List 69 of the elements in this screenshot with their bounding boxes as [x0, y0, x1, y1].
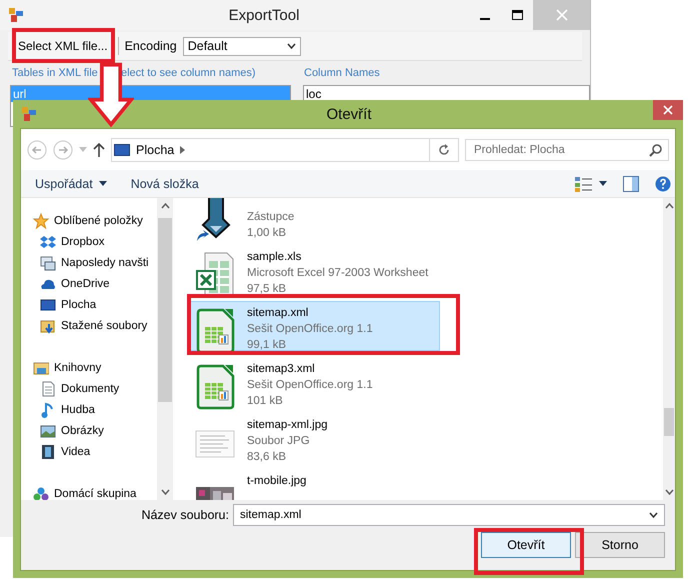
nav-item[interactable]: Obrázky [33, 420, 157, 441]
encoding-label: Encoding [124, 39, 177, 53]
list-item[interactable]: loc [304, 86, 589, 102]
video-icon [40, 444, 56, 460]
tables-label: Tables in XML file [12, 67, 99, 79]
scrollbar-thumb[interactable] [158, 218, 172, 402]
open-button[interactable]: Otevřít [481, 532, 571, 558]
select-file-button[interactable]: Select XML file... [14, 37, 112, 55]
nav-item[interactable]: Plocha [33, 294, 157, 315]
spreadsheet-file-icon [195, 363, 235, 411]
help-icon[interactable] [655, 176, 671, 192]
file-item[interactable]: sitemap-xml.jpg Soubor JPG 83,6 kB [190, 413, 440, 463]
scroll-down-icon[interactable] [160, 489, 170, 495]
search-field[interactable]: Prohledat: Plocha [465, 138, 669, 160]
app-icon [9, 8, 23, 22]
filename-label: Název souboru: [141, 508, 229, 522]
nav-item[interactable]: Hudba [33, 399, 157, 420]
desktop-icon [114, 144, 130, 156]
pictures-icon [40, 422, 56, 438]
file-item[interactable]: Zástupce 1,00 kB [190, 198, 440, 239]
scroll-up-icon[interactable] [160, 203, 170, 209]
nav-item[interactable]: Domácí skupina [33, 483, 157, 504]
nav-item[interactable]: Stažené soubory [33, 315, 157, 336]
caret-icon[interactable] [599, 181, 607, 186]
nav-item[interactable]: Videa [33, 441, 157, 462]
tables-label: elect to see column names) [120, 67, 257, 79]
music-icon [40, 402, 56, 418]
breadcrumb[interactable]: Plocha [134, 142, 176, 156]
scrollbar-thumb[interactable] [664, 408, 674, 436]
scroll-up-icon[interactable] [664, 203, 674, 209]
dropbox-icon [40, 234, 56, 250]
refresh-icon[interactable] [430, 138, 459, 162]
nav-item[interactable]: Naposledy navšti [33, 252, 157, 273]
nav-item[interactable]: Dropbox [33, 231, 157, 252]
preview-pane-icon[interactable] [623, 176, 639, 192]
star-icon [33, 212, 49, 228]
close-icon[interactable] [653, 100, 683, 120]
nav-item[interactable]: Dokumenty [33, 378, 157, 399]
chevron-icon [649, 512, 658, 518]
file-item[interactable]: sitemap3.xml Sešit OpenOffice.org 1.1 101 kB [190, 357, 440, 407]
homegroup-icon [33, 486, 49, 502]
encoding-dropdown[interactable]: Default [182, 36, 301, 56]
library-icon [33, 360, 49, 376]
file-item[interactable]: sample.xls Microsoft Excel 97-2003 Worksheet 97,5 kB [190, 245, 440, 295]
nav-item[interactable]: OneDrive [33, 273, 157, 294]
file-item[interactable]: sitemap.xml Sešit OpenOffice.org 1.1 99,1 kB [190, 301, 440, 351]
dialog-title: Otevřít [325, 106, 372, 122]
downloads-icon [40, 318, 56, 334]
search-icon[interactable] [649, 144, 662, 156]
scrollbar[interactable] [663, 198, 675, 500]
document-icon [40, 380, 56, 396]
desktop-icon [40, 296, 56, 312]
scrollbar[interactable] [157, 198, 173, 500]
filename-field[interactable]: sitemap.xml [233, 504, 665, 526]
caret-icon [98, 181, 107, 186]
up-arrow-icon[interactable] [93, 142, 105, 156]
organize-button[interactable]: Uspořádat [31, 174, 111, 192]
new-folder-button[interactable]: Nová složka [126, 174, 203, 192]
window-title: ExportTool [228, 6, 300, 24]
chevron-icon[interactable] [180, 146, 186, 154]
nav-item[interactable]: Oblíbené položky [33, 210, 157, 231]
scroll-down-icon[interactable] [664, 489, 674, 495]
columns-label: Column Names [304, 67, 380, 79]
app-icon [22, 107, 36, 121]
view-options-icon[interactable] [575, 176, 593, 192]
recent-icon [40, 254, 56, 270]
chevron-icon [286, 43, 296, 49]
nav-item[interactable]: Knihovny [33, 357, 157, 378]
cancel-button[interactable]: Storno [575, 532, 665, 558]
